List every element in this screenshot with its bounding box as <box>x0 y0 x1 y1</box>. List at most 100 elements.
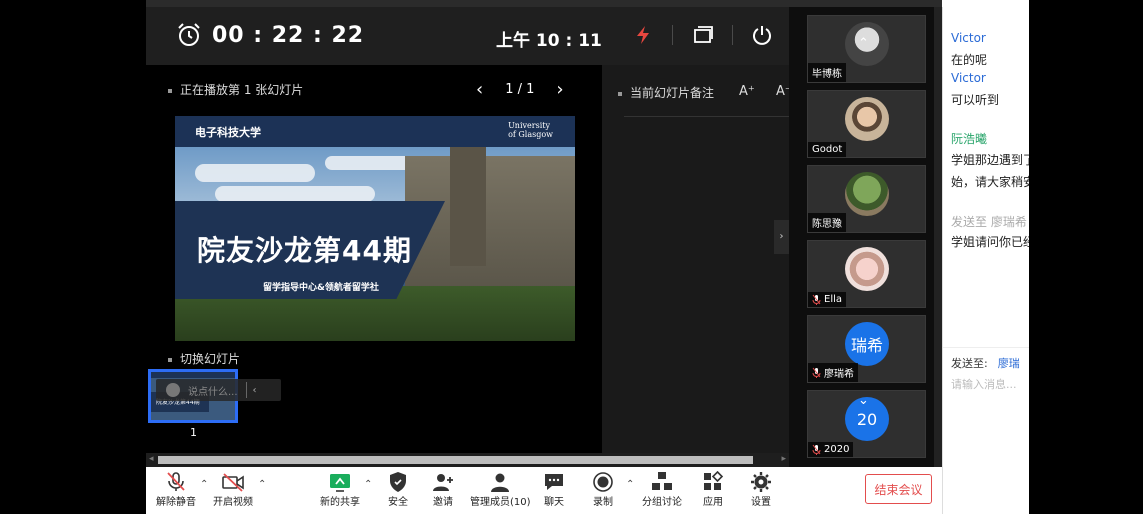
collapse-panel-handle[interactable]: › <box>774 220 789 254</box>
thumb-header <box>151 372 235 378</box>
chevron-up-icon[interactable]: ⌃ <box>364 479 372 490</box>
manage-members-button[interactable]: 管理成员(10) <box>470 471 531 508</box>
chat-message: 学姐请问你已经 <box>951 235 1029 249</box>
divider <box>732 25 733 45</box>
send-to-label: 发送至: <box>951 357 988 370</box>
security-button[interactable]: 安全 <box>386 471 410 508</box>
chevron-up-icon[interactable]: ⌃ <box>200 479 208 490</box>
alarm-clock-icon <box>178 23 200 46</box>
slide-tower <box>450 132 486 266</box>
presenter-topbar: 00 : 22 : 22 上午 10 : 11 <box>146 7 789 65</box>
invite-button[interactable]: 邀请 <box>431 471 455 508</box>
slide-cloud <box>215 186 375 202</box>
font-increase-button[interactable]: A⁺ <box>739 84 755 99</box>
chat-panel: Victor 在的呢 Victor 可以听到 阮浩曦 学姐那边遇到了 始，请大家… <box>942 7 1029 514</box>
chat-message: 始，请大家稍安 <box>951 175 1029 189</box>
gear-icon <box>751 472 771 492</box>
chevron-up-icon[interactable]: ⌃ <box>626 479 634 490</box>
flash-icon[interactable] <box>632 24 654 46</box>
avatar <box>845 247 889 291</box>
collapse-chevron-icon[interactable]: ‹ <box>253 385 257 396</box>
settings-button[interactable]: 设置 <box>749 471 773 508</box>
chevron-up-icon[interactable]: ⌃ <box>858 36 869 51</box>
participant-name: 陈思豫 <box>808 213 846 232</box>
chat-bubble-icon <box>545 474 563 490</box>
notes-label: 当前幻灯片备注 <box>618 84 714 101</box>
playing-slide-label: 正在播放第 1 张幻灯片 <box>168 81 303 98</box>
participant-name: Godot <box>808 142 847 157</box>
slide-main-title: 院友沙龙第44期 <box>197 234 412 267</box>
breakout-rooms-icon <box>652 472 672 490</box>
participant-tile[interactable]: Godot <box>807 90 926 158</box>
chat-message: 在的呢 <box>951 53 988 67</box>
notes-panel: 当前幻灯片备注 A⁺ A⁻ <box>602 65 792 453</box>
scrollbar-thumb[interactable] <box>158 456 753 464</box>
window-top-strip <box>146 0 1029 7</box>
new-share-button[interactable]: 新的共享 <box>320 471 360 508</box>
slide-header: 电子科技大学 University of Glasgow <box>175 116 575 147</box>
chat-message: 学姐那边遇到了 <box>951 153 1029 167</box>
record-button[interactable]: 录制 <box>591 471 615 508</box>
chat-sender: Victor <box>951 71 986 85</box>
quick-chat-popup[interactable]: 说点什么... ‹ <box>156 379 281 401</box>
participant-name: 廖瑞希 <box>808 363 858 382</box>
video-off-icon <box>222 473 244 492</box>
chat-input[interactable]: 请输入消息... <box>951 376 1017 392</box>
send-to-row[interactable]: 发送至: 廖瑞 <box>951 355 1020 371</box>
participant-name: 2020 <box>808 442 854 457</box>
send-to-recipient[interactable]: 廖瑞 <box>998 357 1020 370</box>
participant-name: 毕博栋 <box>808 63 846 82</box>
unmute-button[interactable]: 解除静音 <box>156 471 196 508</box>
slide-cloud <box>195 164 315 182</box>
current-time: 上午 10 : 11 <box>496 31 602 51</box>
divider <box>245 382 247 398</box>
gallery-scrollbar[interactable] <box>934 7 942 467</box>
switch-slide-label: 切换幻灯片 <box>168 350 240 367</box>
slide-uni-text: University of Glasgow <box>508 121 553 139</box>
record-icon <box>593 472 613 492</box>
divider <box>672 25 673 45</box>
breakout-button[interactable]: 分组讨论 <box>642 471 682 508</box>
chat-button[interactable]: 聊天 <box>542 471 566 508</box>
chat-sender: 阮浩曦 <box>951 132 988 146</box>
participant-tile[interactable]: 陈思豫 <box>807 165 926 233</box>
apps-button[interactable]: 应用 <box>701 471 725 508</box>
participant-gallery: ⌃ 毕博栋 Godot 陈思豫 Ella 瑞希 廖瑞希 20 ⌄ 2020 <box>789 7 942 467</box>
power-icon[interactable] <box>751 24 773 46</box>
slide-logo-text: 电子科技大学 <box>195 126 261 139</box>
current-slide: 电子科技大学 University of Glasgow 院友沙龙第44期 留学… <box>175 116 575 341</box>
avatar <box>845 172 889 216</box>
chevron-down-icon[interactable]: ⌄ <box>858 393 869 408</box>
meeting-toolbar: 解除静音 ⌃ 开启视频 ⌃ 新的共享 ⌃ 安全 邀请 管理成员(10) 聊天 录… <box>146 467 942 514</box>
slide-pager: ‹ 1 / 1 › <box>476 79 564 100</box>
screen: { "topbar": { "timer": "00 : 22 : 22", "… <box>0 0 1143 514</box>
members-icon <box>491 473 510 492</box>
chat-top-strip <box>942 0 1029 7</box>
shield-icon <box>390 472 406 492</box>
switch-window-icon[interactable] <box>692 24 714 46</box>
avatar <box>845 97 889 141</box>
next-slide-button[interactable]: › <box>556 79 563 100</box>
emoji-icon[interactable] <box>166 383 180 397</box>
muted-mic-icon <box>812 367 821 378</box>
thumbnail-number: 1 <box>190 426 197 439</box>
chevron-up-icon[interactable]: ⌃ <box>258 479 266 490</box>
outer-background <box>1029 0 1143 514</box>
horizontal-scrollbar[interactable]: ◂ ▸ <box>146 453 789 467</box>
start-video-button[interactable]: 开启视频 <box>213 471 253 508</box>
scroll-left-icon[interactable]: ◂ <box>149 454 154 464</box>
participant-tile[interactable]: Ella <box>807 240 926 308</box>
participant-tile[interactable]: ⌃ 毕博栋 <box>807 15 926 83</box>
chat-sender: 发送至 廖瑞希 <box>951 215 1027 229</box>
quick-chat-placeholder: 说点什么... <box>188 386 238 398</box>
add-user-icon <box>433 474 453 491</box>
share-screen-icon <box>330 474 350 492</box>
chat-divider <box>943 347 1029 348</box>
participant-name: Ella <box>808 292 847 307</box>
participant-tile[interactable]: 瑞希 廖瑞希 <box>807 315 926 383</box>
prev-slide-button[interactable]: ‹ <box>476 79 483 100</box>
scroll-right-icon[interactable]: ▸ <box>781 454 786 464</box>
notes-divider <box>624 116 789 117</box>
participant-tile[interactable]: 20 ⌄ 2020 <box>807 390 926 458</box>
end-meeting-button[interactable]: 结束会议 <box>865 474 932 504</box>
